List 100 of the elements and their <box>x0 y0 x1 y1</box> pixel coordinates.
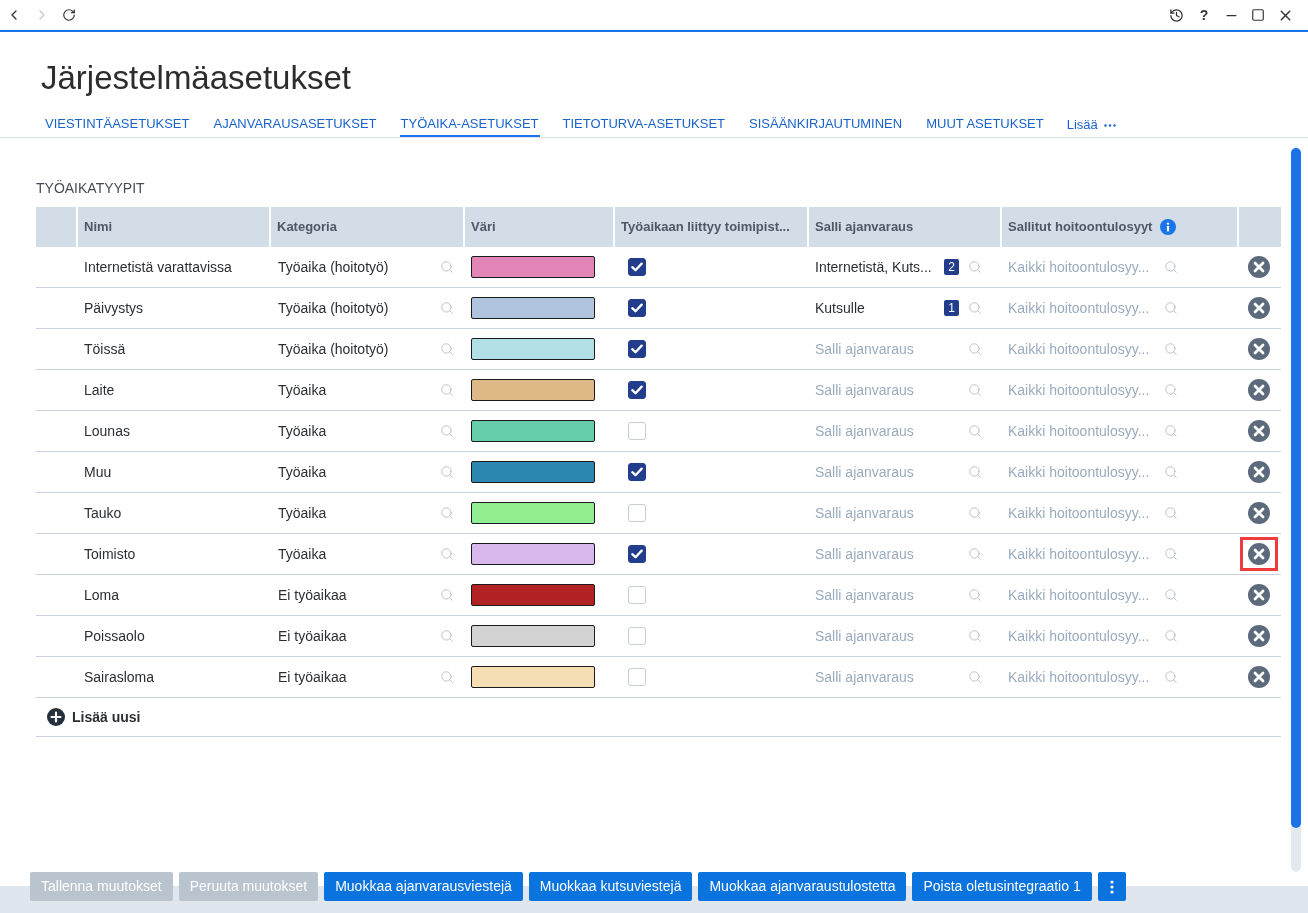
search-icon[interactable] <box>968 301 982 315</box>
reasons-field[interactable]: Kaikki hoitoontulosyy... <box>1008 666 1160 688</box>
search-icon[interactable] <box>1164 629 1178 643</box>
search-icon[interactable] <box>1164 588 1178 602</box>
search-icon[interactable] <box>440 629 454 643</box>
search-icon[interactable] <box>440 547 454 561</box>
checkbox[interactable] <box>628 463 646 481</box>
tab[interactable]: TIETOTURVA-ASETUKSET <box>561 108 727 137</box>
search-icon[interactable] <box>440 465 454 479</box>
search-icon[interactable] <box>968 670 982 684</box>
booking-value[interactable]: Internetistä, Kuts... <box>815 256 932 278</box>
color-swatch[interactable] <box>471 461 595 483</box>
category-value[interactable]: Työaika (hoitotyö) <box>278 297 389 319</box>
search-icon[interactable] <box>1164 301 1178 315</box>
color-swatch[interactable] <box>471 256 595 278</box>
color-swatch[interactable] <box>471 379 595 401</box>
maximize-icon[interactable] <box>1251 8 1265 22</box>
search-icon[interactable] <box>1164 342 1178 356</box>
search-icon[interactable] <box>440 260 454 274</box>
add-new-button[interactable]: Lisää uusi <box>47 706 141 728</box>
booking-field[interactable]: Salli ajanvaraus <box>815 625 968 647</box>
search-icon[interactable] <box>440 342 454 356</box>
search-icon[interactable] <box>440 588 454 602</box>
search-icon[interactable] <box>1164 670 1178 684</box>
search-icon[interactable] <box>1164 465 1178 479</box>
info-icon[interactable] <box>1160 219 1177 235</box>
category-value[interactable]: Työaika <box>278 420 327 442</box>
more-tab[interactable]: Lisää <box>1066 108 1116 137</box>
color-swatch[interactable] <box>471 584 595 606</box>
booking-field[interactable]: Salli ajanvaraus <box>815 461 968 483</box>
category-value[interactable]: Työaika <box>278 543 327 565</box>
search-icon[interactable] <box>1164 260 1178 274</box>
booking-field[interactable]: Salli ajanvaraus <box>815 379 968 401</box>
delete-icon[interactable] <box>1248 584 1270 606</box>
delete-icon[interactable] <box>1248 420 1270 442</box>
search-icon[interactable] <box>968 588 982 602</box>
reload-icon[interactable] <box>62 8 76 22</box>
reasons-field[interactable]: Kaikki hoitoontulosyy... <box>1008 379 1160 401</box>
booking-field[interactable]: Salli ajanvaraus <box>815 502 968 524</box>
search-icon[interactable] <box>440 383 454 397</box>
action-button[interactable]: Poista oletusintegraatio 1 <box>912 872 1092 901</box>
booking-field[interactable]: Salli ajanvaraus <box>815 420 968 442</box>
color-swatch[interactable] <box>471 502 595 524</box>
delete-icon[interactable] <box>1248 461 1270 483</box>
search-icon[interactable] <box>440 301 454 315</box>
booking-field[interactable]: Salli ajanvaraus <box>815 666 968 688</box>
tab[interactable]: SISÄÄNKIRJAUTUMINEN <box>748 108 904 137</box>
booking-field[interactable]: Salli ajanvaraus <box>815 543 968 565</box>
color-swatch[interactable] <box>471 420 595 442</box>
search-icon[interactable] <box>1164 424 1178 438</box>
reasons-field[interactable]: Kaikki hoitoontulosyy... <box>1008 338 1160 360</box>
search-icon[interactable] <box>968 383 982 397</box>
color-swatch[interactable] <box>471 666 595 688</box>
tab[interactable]: AJANVARAUSASETUKSET <box>212 108 378 137</box>
action-button[interactable]: Muokkaa ajanvaraustulostetta <box>698 872 907 901</box>
category-value[interactable]: Ei työaikaa <box>278 666 347 688</box>
category-value[interactable]: Työaika (hoitotyö) <box>278 256 389 278</box>
search-icon[interactable] <box>440 424 454 438</box>
search-icon[interactable] <box>968 506 982 520</box>
reasons-field[interactable]: Kaikki hoitoontulosyy... <box>1008 543 1160 565</box>
history-icon[interactable] <box>1169 7 1184 23</box>
reasons-field[interactable]: Kaikki hoitoontulosyy... <box>1008 625 1160 647</box>
checkbox[interactable] <box>628 299 646 317</box>
help-button[interactable]: ? <box>1196 7 1212 23</box>
reasons-field[interactable]: Kaikki hoitoontulosyy... <box>1008 584 1160 606</box>
delete-icon[interactable] <box>1248 502 1270 524</box>
checkbox[interactable] <box>628 258 646 276</box>
more-button[interactable] <box>1097 872 1126 901</box>
search-icon[interactable] <box>1164 383 1178 397</box>
checkbox[interactable] <box>628 545 646 563</box>
category-value[interactable]: Työaika (hoitotyö) <box>278 338 389 360</box>
reasons-field[interactable]: Kaikki hoitoontulosyy... <box>1008 256 1160 278</box>
search-icon[interactable] <box>440 506 454 520</box>
delete-icon[interactable] <box>1248 625 1270 647</box>
delete-icon[interactable] <box>1248 297 1270 319</box>
category-value[interactable]: Työaika <box>278 379 327 401</box>
reasons-field[interactable]: Kaikki hoitoontulosyy... <box>1008 461 1160 483</box>
color-swatch[interactable] <box>471 625 595 647</box>
action-button[interactable]: Muokkaa ajanvarausviestejä <box>324 872 523 901</box>
category-value[interactable]: Ei työaikaa <box>278 584 347 606</box>
delete-icon[interactable] <box>1248 338 1270 360</box>
tab[interactable]: VIESTINTÄASETUKSET <box>44 108 191 137</box>
action-button[interactable]: Muokkaa kutsuviestejä <box>528 872 693 901</box>
checkbox[interactable] <box>628 381 646 399</box>
tab[interactable]: MUUT ASETUKSET <box>925 108 1045 137</box>
delete-icon[interactable] <box>1248 543 1270 565</box>
search-icon[interactable] <box>968 629 982 643</box>
color-swatch[interactable] <box>471 297 595 319</box>
search-icon[interactable] <box>968 424 982 438</box>
search-icon[interactable] <box>440 670 454 684</box>
delete-icon[interactable] <box>1248 666 1270 688</box>
color-swatch[interactable] <box>471 543 595 565</box>
reasons-field[interactable]: Kaikki hoitoontulosyy... <box>1008 297 1160 319</box>
category-value[interactable]: Työaika <box>278 461 327 483</box>
booking-value[interactable]: Kutsulle <box>815 297 865 319</box>
reasons-field[interactable]: Kaikki hoitoontulosyy... <box>1008 502 1160 524</box>
checkbox[interactable] <box>628 340 646 358</box>
reasons-field[interactable]: Kaikki hoitoontulosyy... <box>1008 420 1160 442</box>
booking-field[interactable]: Salli ajanvaraus <box>815 338 968 360</box>
search-icon[interactable] <box>968 465 982 479</box>
